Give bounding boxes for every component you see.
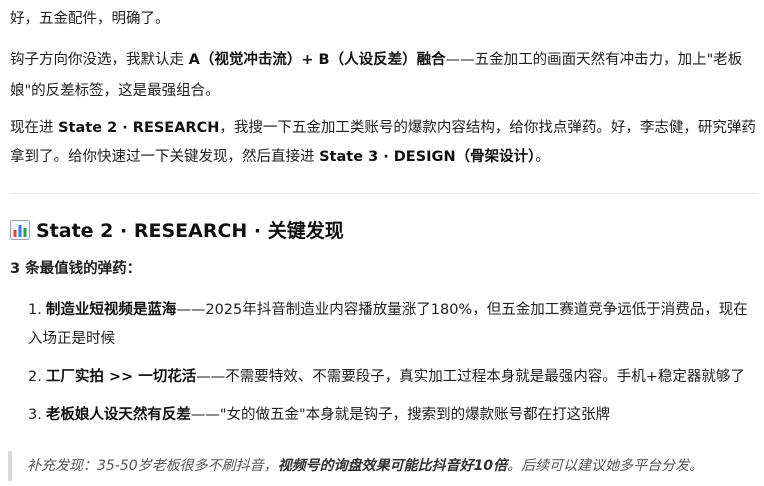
intro-text: 好，五金配件，明确了。 xyxy=(10,11,170,27)
hook-direction-paragraph: 钩子方向你没选，我默认走 A（视觉冲击流）+ B（人设反差）融合——五金加工的画… xyxy=(10,52,743,99)
section-subtitle: 3 条最值钱的弹药： xyxy=(10,261,142,277)
list-item: 2. 工厂实拍 >> 一切花活——不需要特效、不需要段子，真实加工过程本身就是最强… xyxy=(28,369,745,385)
list-item: 1. 制造业短视频是蓝海——2025年抖音制造业内容播放量涨了180%，但五金加工… xyxy=(28,302,748,347)
state-transition-paragraph: 现在进 State 2 · RESEARCH，我搜一下五金加工类账号的爆款内容结… xyxy=(10,120,756,165)
bar-chart-icon xyxy=(10,220,30,240)
hook-combo-bold: A（视觉冲击流）+ B（人设反差）融合 xyxy=(188,52,446,68)
note-bold: 视频号的询盘效果可能比抖音好10倍 xyxy=(277,458,508,474)
state3-bold: State 3 · DESIGN（骨架设计） xyxy=(319,149,536,165)
supplementary-note-blockquote: 补充发现：35-50岁老板很多不刷抖音，视频号的询盘效果可能比抖音好10倍。后续… xyxy=(8,451,756,481)
list-item: 3. 老板娘人设天然有反差——"女的做五金"本身就是钩子，搜索到的爆款账号都在打这… xyxy=(28,407,611,423)
state2-bold: State 2 · RESEARCH xyxy=(58,120,220,136)
section-heading: State 2 · RESEARCH · 关键发现 xyxy=(10,216,344,246)
divider xyxy=(10,193,758,194)
findings-list: 1. 制造业短视频是蓝海——2025年抖音制造业内容播放量涨了180%，但五金加工… xyxy=(28,296,758,430)
